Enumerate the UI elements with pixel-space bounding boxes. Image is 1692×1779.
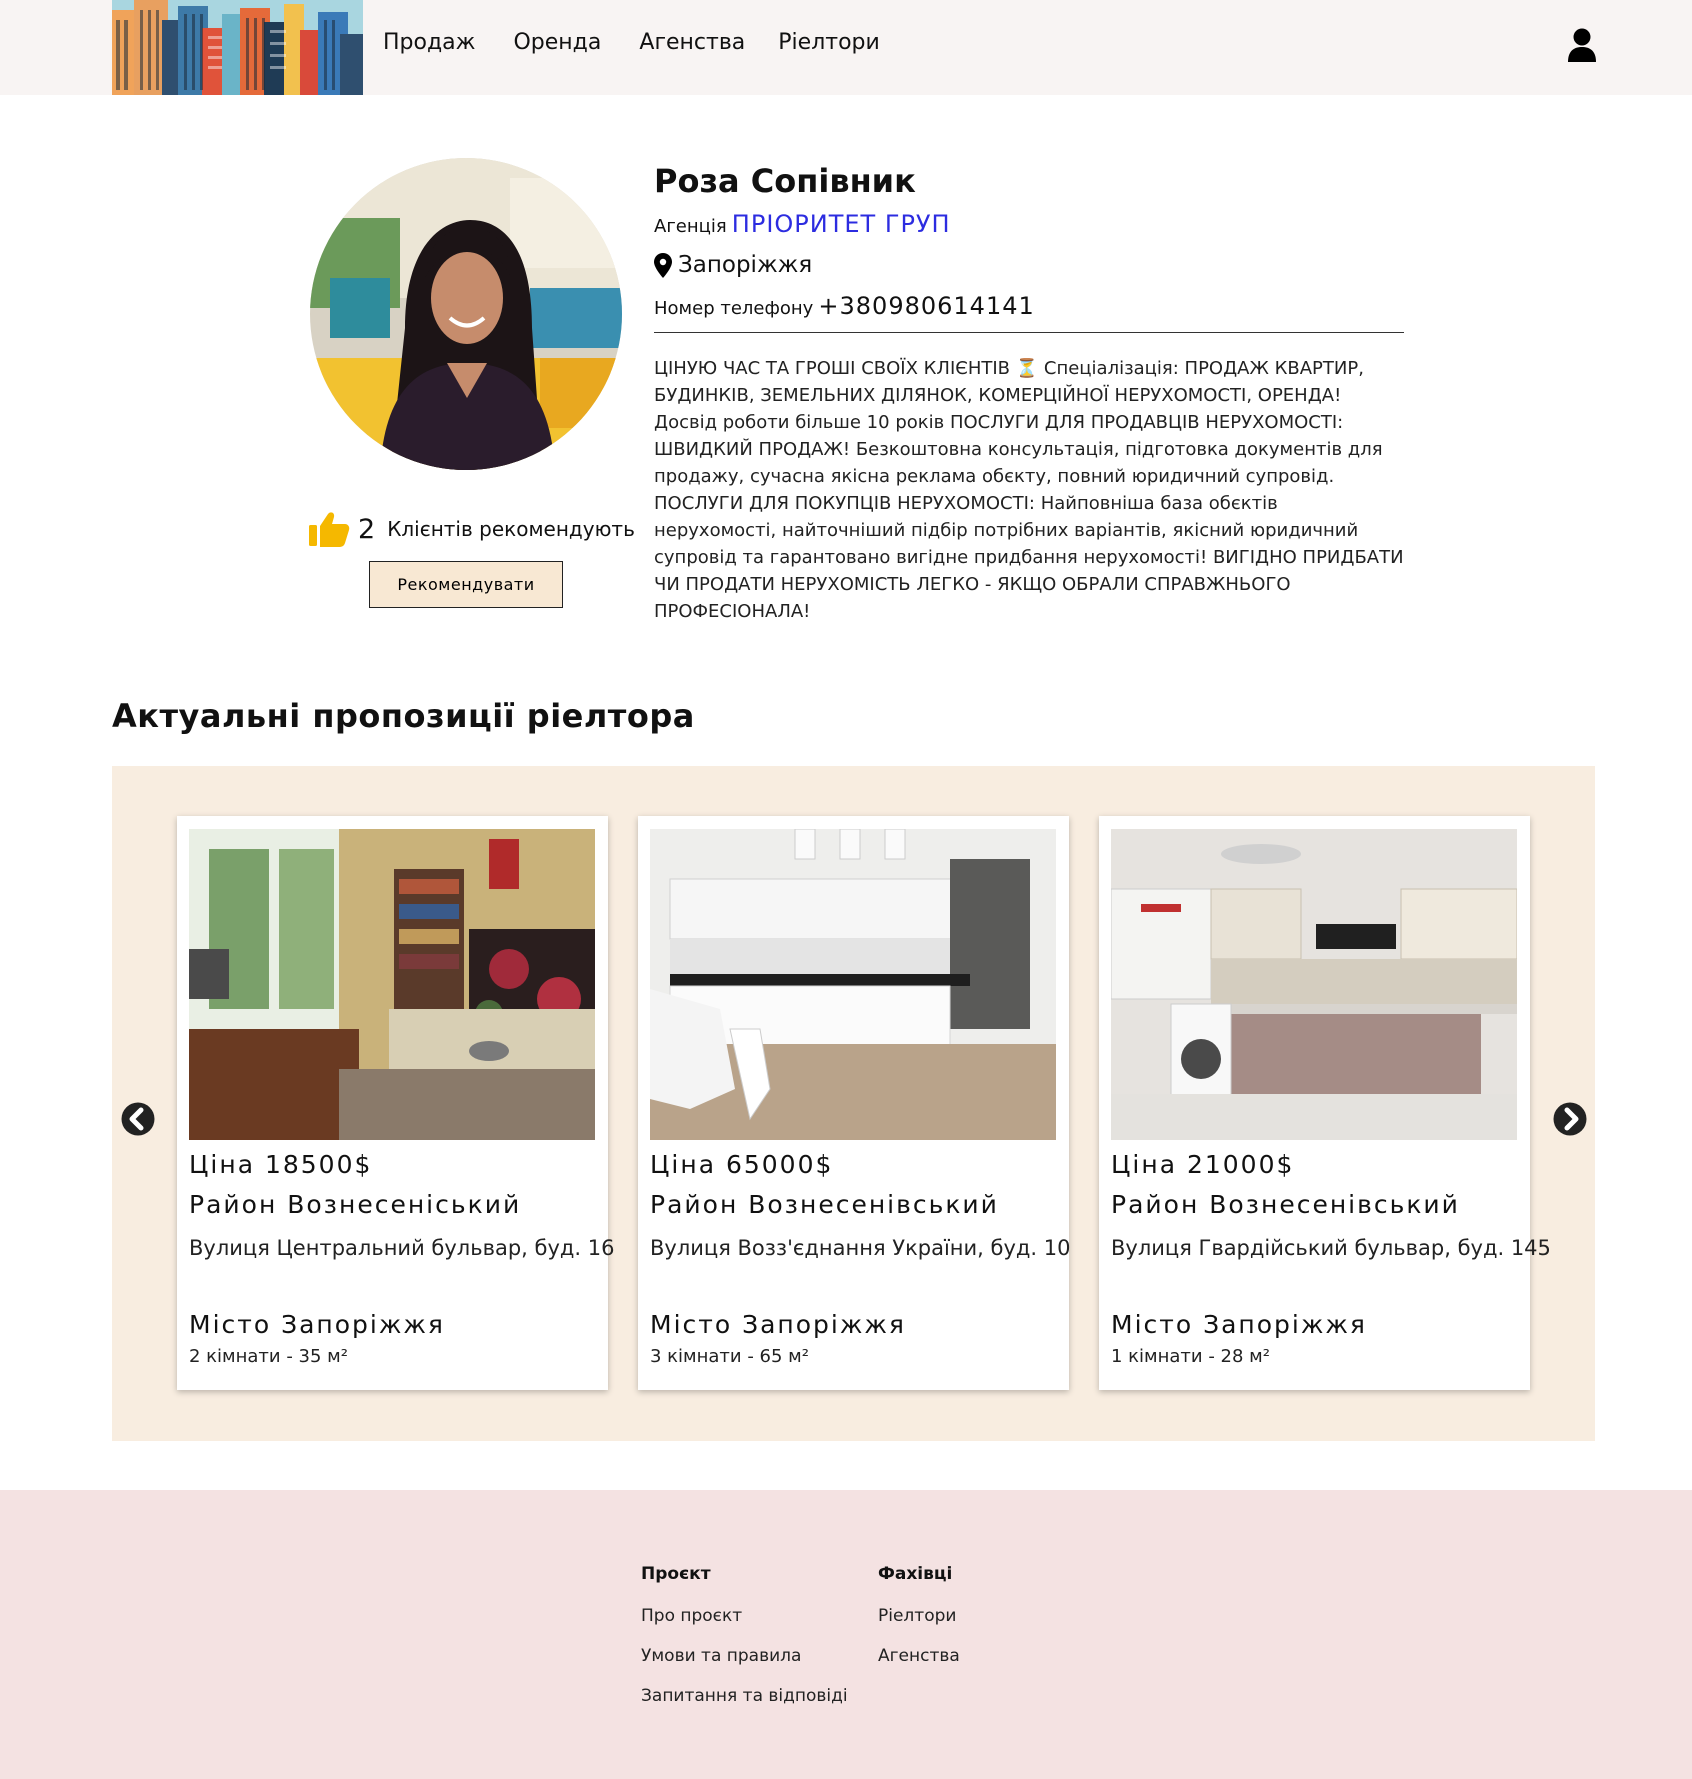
- footer-link-agencies[interactable]: Агенства: [878, 1646, 960, 1666]
- nav-sale[interactable]: Продаж: [383, 30, 475, 55]
- agency-link[interactable]: ПРІОРИТЕТ ГРУП: [732, 210, 951, 238]
- city-logo[interactable]: [112, 0, 363, 95]
- listing-photo: [189, 829, 595, 1140]
- listing-card[interactable]: Ціна 65000$ Район Вознесенівський Вулиця…: [638, 816, 1071, 1390]
- city-row: Запоріжжя: [654, 252, 1404, 278]
- listing-card[interactable]: Ціна 21000$ Район Вознесенівський Вулиця…: [1099, 816, 1551, 1390]
- agency-row: Агенція ПРІОРИТЕТ ГРУП: [654, 210, 1404, 238]
- listings-title: Актуальні пропозиції ріелтора: [112, 697, 695, 735]
- listing-photo: [1111, 829, 1517, 1140]
- listing-district: Район Вознесенівський: [650, 1190, 999, 1219]
- footer-heading-project: Проєкт: [641, 1564, 711, 1584]
- recommend-text: Клієнтів рекомендують: [387, 517, 635, 541]
- listing-street: Вулиця Центральний бульвар, буд. 16: [189, 1236, 615, 1260]
- phone-row: Номер телефону +380980614141: [654, 292, 1404, 333]
- listing-district: Район Вознесеніський: [189, 1190, 522, 1219]
- map-pin-icon: [654, 252, 672, 278]
- listing-photo: [650, 829, 1056, 1140]
- listing-street: Вулиця Возз'єднання України, буд. 10: [650, 1236, 1071, 1260]
- listing-card[interactable]: Ціна 18500$ Район Вознесеніський Вулиця …: [177, 816, 614, 1390]
- thumbs-up-icon: [309, 512, 350, 547]
- footer-col-project: Проєкт Про проєкт Умови та правила Запит…: [641, 1564, 848, 1726]
- listing-rooms: 3 кімнати - 65 м²: [650, 1346, 809, 1367]
- realtor-bio: ЦІНУЮ ЧАС ТА ГРОШІ СВОЇХ КЛІЄНТІВ ⏳ Спец…: [654, 358, 1404, 622]
- arrow-right-icon[interactable]: [1553, 1102, 1587, 1136]
- footer-link-realtors[interactable]: Ріелтори: [878, 1606, 960, 1626]
- realtor-info: Роза Сопівник Агенція ПРІОРИТЕТ ГРУП Зап…: [654, 160, 1404, 625]
- realtor-name: Роза Сопівник: [654, 162, 916, 200]
- footer-heading-specialists: Фахівці: [878, 1564, 953, 1584]
- footer-link-about[interactable]: Про проєкт: [641, 1606, 848, 1626]
- listing-price: Ціна 65000$: [650, 1150, 834, 1179]
- recommendation-line: 2 Клієнтів рекомендують: [308, 510, 635, 548]
- listing-price: Ціна 18500$: [189, 1150, 373, 1179]
- main-nav: Продаж Оренда Агенства Ріелтори: [383, 30, 918, 55]
- nav-realtors[interactable]: Ріелтори: [778, 30, 880, 55]
- listing-city: Місто Запоріжжя: [650, 1310, 906, 1339]
- footer: Проєкт Про проєкт Умови та правила Запит…: [0, 1490, 1692, 1779]
- nav-agencies[interactable]: Агенства: [639, 30, 745, 55]
- listings-carousel: Ціна 18500$ Район Вознесеніський Вулиця …: [112, 766, 1595, 1441]
- footer-col-specialists: Фахівці Ріелтори Агенства: [878, 1564, 960, 1686]
- recommend-button[interactable]: Рекомендувати: [369, 561, 563, 608]
- listing-street: Вулиця Гвардійський бульвар, буд. 145: [1111, 1236, 1551, 1260]
- listing-rooms: 2 кімнати - 35 м²: [189, 1346, 348, 1367]
- arrow-left-icon[interactable]: [121, 1102, 155, 1136]
- user-icon[interactable]: [1567, 28, 1597, 62]
- listing-city: Місто Запоріжжя: [189, 1310, 445, 1339]
- listing-district: Район Вознесенівський: [1111, 1190, 1460, 1219]
- footer-link-faq[interactable]: Запитання та відповіді: [641, 1686, 848, 1706]
- footer-link-terms[interactable]: Умови та правила: [641, 1646, 848, 1666]
- listing-city: Місто Запоріжжя: [1111, 1310, 1367, 1339]
- listing-price: Ціна 21000$: [1111, 1150, 1295, 1179]
- recommend-count: 2: [358, 513, 376, 545]
- agency-label: Агенція: [654, 216, 727, 237]
- header: Продаж Оренда Агенства Ріелтори: [0, 0, 1692, 95]
- phone-label: Номер телефону: [654, 298, 814, 319]
- realtor-city: Запоріжжя: [678, 252, 813, 278]
- realtor-avatar: [310, 158, 622, 470]
- listing-rooms: 1 кімнати - 28 м²: [1111, 1346, 1270, 1367]
- phone-number[interactable]: +380980614141: [818, 292, 1034, 320]
- nav-rent[interactable]: Оренда: [513, 30, 601, 55]
